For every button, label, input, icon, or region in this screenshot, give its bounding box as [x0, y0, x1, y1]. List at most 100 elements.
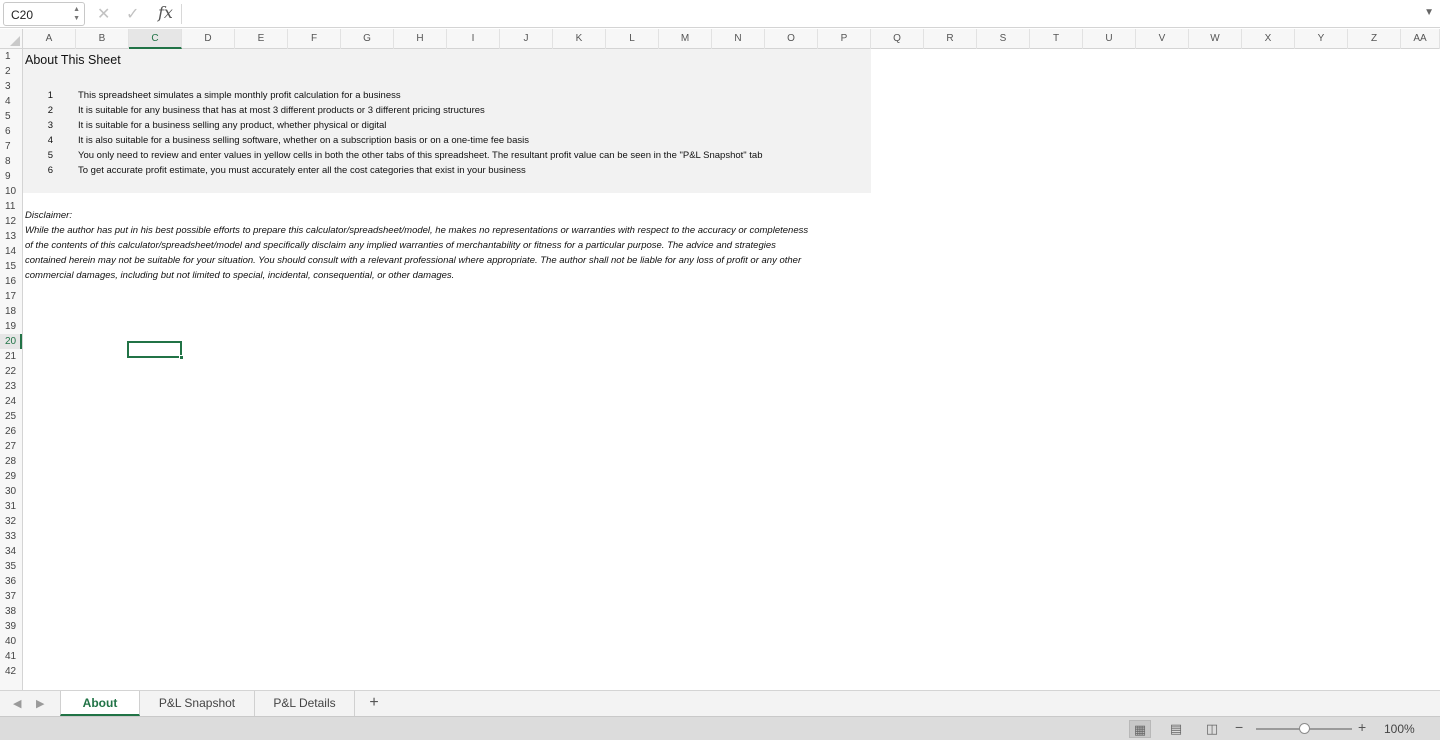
column-header-j[interactable]: J — [500, 29, 553, 49]
row-header-23[interactable]: 23 — [0, 379, 22, 394]
row-header-24[interactable]: 24 — [0, 394, 22, 409]
disclaimer-line[interactable]: contained herein may not be suitable for… — [25, 255, 801, 266]
column-header-o[interactable]: O — [765, 29, 818, 49]
row-header-12[interactable]: 12 — [0, 214, 22, 229]
zoom-out-button[interactable]: − — [1235, 719, 1243, 735]
row-header-42[interactable]: 42 — [0, 664, 22, 679]
sheet-tab-p-l-snapshot[interactable]: P&L Snapshot — [140, 691, 255, 716]
about-item-text[interactable]: You only need to review and enter values… — [78, 150, 763, 161]
row-header-22[interactable]: 22 — [0, 364, 22, 379]
row-header-16[interactable]: 16 — [0, 274, 22, 289]
column-header-h[interactable]: H — [394, 29, 447, 49]
insert-function-button[interactable]: fx — [158, 3, 173, 22]
column-header-m[interactable]: M — [659, 29, 712, 49]
row-header-25[interactable]: 25 — [0, 409, 22, 424]
selected-cell[interactable] — [127, 341, 184, 360]
stepper-down-icon[interactable]: ▼ — [73, 14, 80, 23]
row-header-31[interactable]: 31 — [0, 499, 22, 514]
row-header-26[interactable]: 26 — [0, 424, 22, 439]
about-item-text[interactable]: It is suitable for any business that has… — [78, 105, 485, 116]
expand-formula-bar-icon[interactable]: ▼ — [1424, 7, 1434, 18]
row-header-3[interactable]: 3 — [0, 79, 22, 94]
row-header-5[interactable]: 5 — [0, 109, 22, 124]
row-header-21[interactable]: 21 — [0, 349, 22, 364]
row-header-10[interactable]: 10 — [0, 184, 22, 199]
about-item-number[interactable]: 3 — [43, 120, 53, 131]
row-header-35[interactable]: 35 — [0, 559, 22, 574]
column-header-k[interactable]: K — [553, 29, 606, 49]
column-header-i[interactable]: I — [447, 29, 500, 49]
about-item-number[interactable]: 6 — [43, 165, 53, 176]
sheet-heading[interactable]: About This Sheet — [25, 53, 121, 67]
row-header-37[interactable]: 37 — [0, 589, 22, 604]
column-header-s[interactable]: S — [977, 29, 1030, 49]
name-box[interactable]: C20 ▲ ▼ — [3, 2, 85, 26]
row-header-19[interactable]: 19 — [0, 319, 22, 334]
row-header-8[interactable]: 8 — [0, 154, 22, 169]
disclaimer-line[interactable]: While the author has put in his best pos… — [25, 225, 808, 236]
row-header-9[interactable]: 9 — [0, 169, 22, 184]
add-sheet-button[interactable]: + — [360, 693, 388, 713]
column-header-v[interactable]: V — [1136, 29, 1189, 49]
row-header-38[interactable]: 38 — [0, 604, 22, 619]
row-header-17[interactable]: 17 — [0, 289, 22, 304]
row-header-30[interactable]: 30 — [0, 484, 22, 499]
cancel-formula-icon[interactable]: ✕ — [97, 4, 110, 24]
column-header-x[interactable]: X — [1242, 29, 1295, 49]
about-item-number[interactable]: 5 — [43, 150, 53, 161]
row-header-27[interactable]: 27 — [0, 439, 22, 454]
column-header-u[interactable]: U — [1083, 29, 1136, 49]
column-header-y[interactable]: Y — [1295, 29, 1348, 49]
row-header-18[interactable]: 18 — [0, 304, 22, 319]
column-header-l[interactable]: L — [606, 29, 659, 49]
column-header-g[interactable]: G — [341, 29, 394, 49]
zoom-slider[interactable] — [1256, 723, 1352, 734]
row-header-41[interactable]: 41 — [0, 649, 22, 664]
row-header-40[interactable]: 40 — [0, 634, 22, 649]
row-header-39[interactable]: 39 — [0, 619, 22, 634]
row-header-2[interactable]: 2 — [0, 64, 22, 79]
disclaimer-line[interactable]: of the contents of this calculator/sprea… — [25, 240, 776, 251]
row-header-20[interactable]: 20 — [0, 334, 22, 349]
column-header-w[interactable]: W — [1189, 29, 1242, 49]
cell-area[interactable]: About This Sheet 1 This spreadsheet simul… — [23, 49, 1440, 690]
row-header-33[interactable]: 33 — [0, 529, 22, 544]
row-header-36[interactable]: 36 — [0, 574, 22, 589]
scroll-tabs-right-icon[interactable]: ▶ — [36, 697, 44, 710]
scroll-tabs-left-icon[interactable]: ◀ — [13, 697, 21, 710]
row-header-6[interactable]: 6 — [0, 124, 22, 139]
zoom-slider-thumb[interactable] — [1299, 723, 1310, 734]
sheet-tab-p-l-details[interactable]: P&L Details — [255, 691, 355, 716]
column-header-c[interactable]: C — [129, 29, 182, 49]
about-item-text[interactable]: It is also suitable for a business selli… — [78, 135, 529, 146]
about-item-text[interactable]: This spreadsheet simulates a simple mont… — [78, 90, 401, 101]
column-header-p[interactable]: P — [818, 29, 871, 49]
column-header-b[interactable]: B — [76, 29, 129, 49]
page-break-view-button[interactable]: ◫ — [1201, 720, 1223, 738]
row-header-15[interactable]: 15 — [0, 259, 22, 274]
fill-handle[interactable] — [179, 355, 184, 360]
column-header-z[interactable]: Z — [1348, 29, 1401, 49]
row-header-13[interactable]: 13 — [0, 229, 22, 244]
row-header-4[interactable]: 4 — [0, 94, 22, 109]
about-item-text[interactable]: It is suitable for a business selling an… — [78, 120, 386, 131]
column-header-e[interactable]: E — [235, 29, 288, 49]
about-item-number[interactable]: 2 — [43, 105, 53, 116]
stepper-up-icon[interactable]: ▲ — [73, 5, 80, 14]
column-header-q[interactable]: Q — [871, 29, 924, 49]
column-header-f[interactable]: F — [288, 29, 341, 49]
row-header-28[interactable]: 28 — [0, 454, 22, 469]
about-item-number[interactable]: 4 — [43, 135, 53, 146]
formula-input[interactable] — [187, 4, 1417, 24]
name-box-stepper[interactable]: ▲ ▼ — [73, 5, 80, 23]
about-item-text[interactable]: To get accurate profit estimate, you mus… — [78, 165, 526, 176]
disclaimer-line[interactable]: commercial damages, including but not li… — [25, 270, 454, 281]
zoom-in-button[interactable]: + — [1358, 719, 1366, 735]
column-header-aa[interactable]: AA — [1401, 29, 1440, 49]
sheet-tab-about[interactable]: About — [60, 691, 140, 716]
row-header-34[interactable]: 34 — [0, 544, 22, 559]
column-header-n[interactable]: N — [712, 29, 765, 49]
column-header-a[interactable]: A — [23, 29, 76, 49]
row-header-32[interactable]: 32 — [0, 514, 22, 529]
page-layout-view-button[interactable]: ▤ — [1165, 720, 1187, 738]
